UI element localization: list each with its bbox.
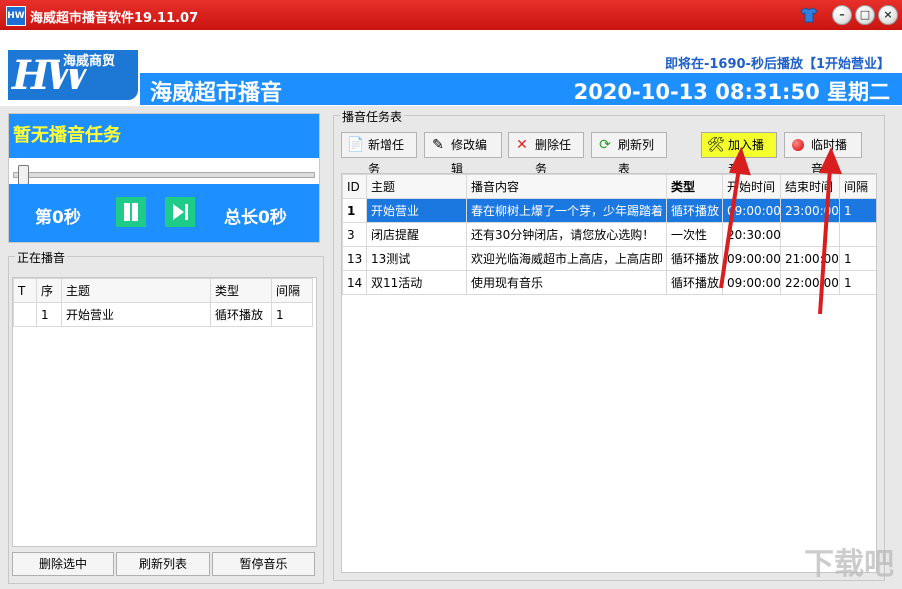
cell: 循环播放	[210, 302, 272, 327]
refresh-table-button[interactable]: ⟳ 刷新列表	[591, 132, 667, 176]
cell: 还有30分钟闭店，请您放心选购！	[466, 222, 667, 247]
minimize-icon[interactable]: –	[832, 5, 852, 25]
cell: 双11活动	[366, 270, 467, 295]
progress-slider[interactable]	[13, 165, 315, 185]
now-playing-legend: 正在播音	[15, 249, 68, 266]
cell: 22:00:00	[780, 270, 840, 295]
cell: 1	[839, 246, 876, 271]
pause-music-button[interactable]: 暂停音乐	[212, 552, 315, 576]
refresh-icon: ⟳	[599, 137, 611, 153]
col-header-interval[interactable]: 间隔	[839, 174, 876, 199]
task-table-legend: 播音任务表	[340, 108, 405, 125]
cell: 3	[342, 222, 367, 247]
cell: 23:00:00	[780, 198, 840, 223]
app-icon: HW	[6, 6, 26, 26]
delete-selected-button[interactable]: 删除选中	[12, 552, 114, 576]
task-table[interactable]: ID 主题 播音内容 类型 开始时间 结束时间 间隔 1 开始营业 春在柳树上爆…	[341, 173, 877, 573]
maximize-icon[interactable]: □	[855, 5, 875, 25]
col-header-topic[interactable]: 主题	[61, 278, 211, 303]
cell: 1	[36, 302, 62, 327]
cell: 14	[342, 270, 367, 295]
cell: 开始营业	[366, 198, 467, 223]
player-status: 暂无播音任务	[9, 114, 319, 158]
title-bar: HW 海威超市播音软件19.11.07 – □ ×	[0, 0, 902, 30]
cell: 欢迎光临海威超市上高店，上高店即	[466, 246, 667, 271]
table-row[interactable]: 14 双11活动 使用现有音乐 循环播放 09:00:00 22:00:00 1	[342, 270, 876, 295]
tools-icon: 🛠	[707, 137, 725, 153]
cell: 1	[839, 198, 876, 223]
window-title: 海威超市播音软件19.11.07	[30, 11, 199, 26]
col-header-t[interactable]: T	[13, 278, 37, 303]
pause-button[interactable]	[116, 197, 146, 227]
cell: 13	[342, 246, 367, 271]
col-header-content[interactable]: 播音内容	[466, 174, 667, 199]
cell	[13, 302, 37, 327]
col-header-topic[interactable]: 主题	[366, 174, 467, 199]
cell: 使用现有音乐	[466, 270, 667, 295]
col-header-start[interactable]: 开始时间	[722, 174, 781, 199]
next-play-countdown: 即将在-1690-秒后播放【1开始营业】	[664, 57, 890, 72]
cell: 循环播放	[666, 270, 723, 295]
watermark-logo: 下载吧	[804, 547, 894, 582]
table-row[interactable]: 3 闭店提醒 还有30分钟闭店，请您放心选购！ 一次性 20:30:00	[342, 222, 876, 247]
cell: 09:00:00	[722, 270, 781, 295]
close-icon[interactable]: ×	[878, 5, 898, 25]
delete-task-button[interactable]: ✕ 删除任务	[508, 132, 584, 176]
skin-shirt-icon[interactable]	[800, 6, 818, 24]
cell: 21:00:00	[780, 246, 840, 271]
col-header-id[interactable]: ID	[342, 174, 367, 199]
delete-x-icon: ✕	[516, 137, 528, 153]
join-broadcast-button[interactable]: 🛠 加入播音	[701, 132, 777, 176]
next-button[interactable]	[165, 197, 195, 227]
app-name: 海威超市播音	[150, 81, 283, 106]
cell: 一次性	[666, 222, 723, 247]
table-row[interactable]: 1 开始营业 春在柳树上爆了一个芽，少年踢踏着 循环播放 09:00:00 23…	[342, 198, 876, 223]
col-header-type[interactable]: 类型	[210, 278, 272, 303]
cell: 循环播放	[666, 198, 723, 223]
cell: 20:30:00	[722, 222, 781, 247]
col-header-type[interactable]: 类型	[666, 174, 723, 199]
cell: 1	[271, 302, 313, 327]
cell: 春在柳树上爆了一个芽，少年踢踏着	[466, 198, 667, 223]
player-controls: 第0秒 总长0秒	[9, 184, 319, 242]
cell: 开始营业	[61, 302, 211, 327]
add-task-button[interactable]: 📄 新增任务	[341, 132, 417, 176]
edit-task-button[interactable]: ✎ 修改编辑	[424, 132, 502, 176]
slider-thumb[interactable]	[18, 165, 29, 185]
table-row[interactable]: 13 13测试 欢迎光临海威超市上高店，上高店即 循环播放 09:00:00 2…	[342, 246, 876, 271]
record-dot-icon	[790, 137, 806, 153]
total-length: 总长0秒	[224, 208, 287, 228]
cell: 闭店提醒	[366, 222, 467, 247]
cell: 1	[342, 198, 367, 223]
edit-icon: ✎	[432, 137, 444, 153]
col-header-seq[interactable]: 序	[36, 278, 62, 303]
table-row[interactable]: 1 开始营业 循环播放 1	[13, 302, 313, 327]
cell: 13测试	[366, 246, 467, 271]
player-panel: 暂无播音任务 第0秒 总长0秒	[8, 113, 320, 243]
now-playing-table[interactable]: T 序 主题 类型 间隔 1 开始营业 循环播放 1	[12, 277, 317, 547]
cell	[839, 222, 876, 247]
col-header-end[interactable]: 结束时间	[780, 174, 840, 199]
elapsed-time: 第0秒	[35, 208, 81, 228]
cell: 循环播放	[666, 246, 723, 271]
refresh-list-button[interactable]: 刷新列表	[116, 552, 210, 576]
cell: 09:00:00	[722, 246, 781, 271]
cell: 09:00:00	[722, 198, 781, 223]
current-datetime: 2020-10-13 08:31:50 星期二	[573, 80, 890, 104]
cell	[780, 222, 840, 247]
col-header-interval[interactable]: 间隔	[271, 278, 313, 303]
cell: 1	[839, 270, 876, 295]
new-document-icon: 📄	[347, 137, 365, 153]
instant-broadcast-button[interactable]: 临时播音	[784, 132, 862, 176]
